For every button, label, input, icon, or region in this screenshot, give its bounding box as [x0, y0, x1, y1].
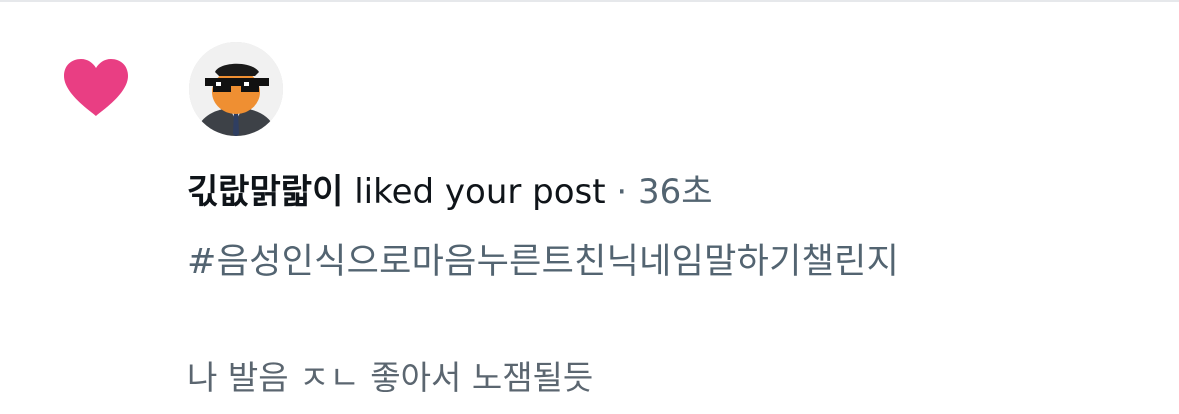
- post-hashtag[interactable]: #음성인식으로마음누른트친닉네임말하기챌린지: [187, 240, 899, 284]
- notification-line: 긳랎맑랇이 liked your post · 36초: [187, 170, 713, 214]
- user-name[interactable]: 긳랎맑랇이: [187, 172, 343, 212]
- avatar-image: [189, 42, 283, 136]
- heart-icon-graphic: [64, 59, 128, 116]
- action-text: liked your post: [343, 172, 606, 212]
- avatar[interactable]: [189, 42, 283, 136]
- top-divider: [0, 0, 1179, 2]
- separator-dot: ·: [605, 172, 639, 212]
- post-text[interactable]: 나 발음 ㅈㄴ 좋아서 노잼될듯: [187, 356, 593, 400]
- timestamp: 36초: [638, 172, 713, 212]
- heart-icon: [62, 58, 130, 118]
